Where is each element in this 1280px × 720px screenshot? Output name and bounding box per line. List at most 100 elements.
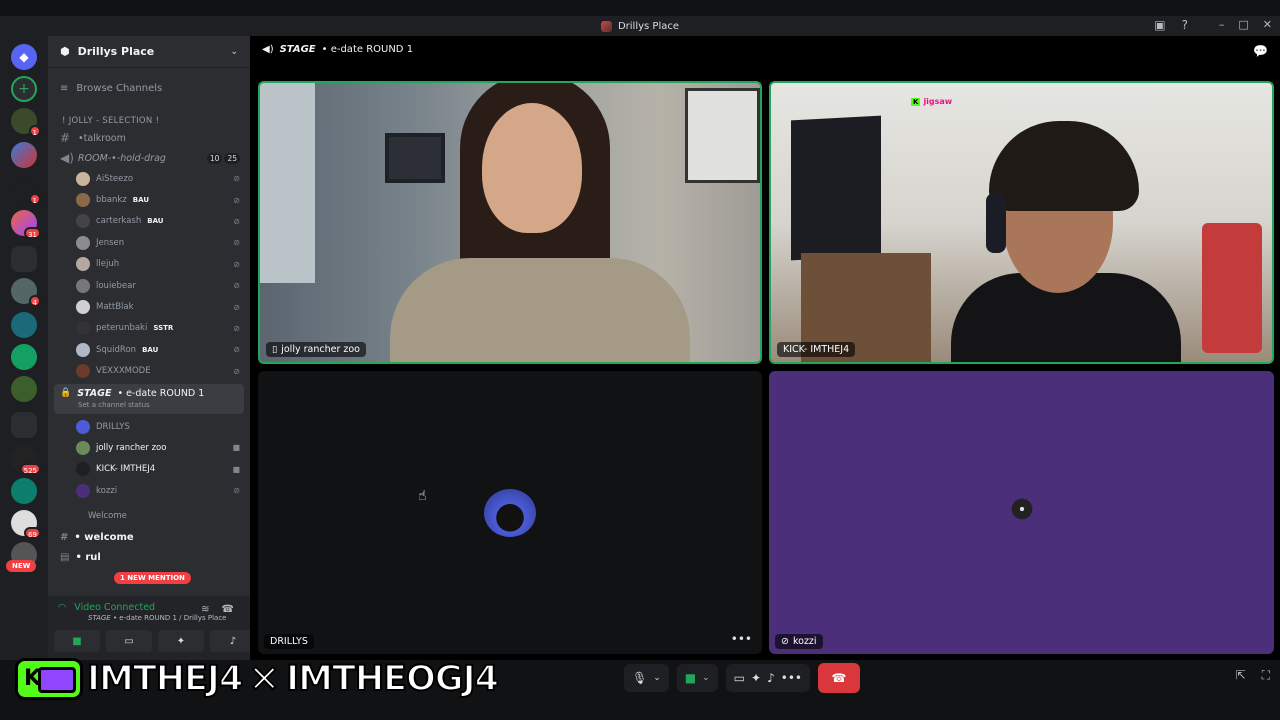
- video-tile[interactable]: K jigsaw KICK- IMTHEJ4: [769, 81, 1274, 364]
- camera-button[interactable]: ■: [54, 630, 100, 652]
- server-shield-icon: ⬢: [60, 45, 70, 58]
- server-header[interactable]: ⬢ Drillys Place ⌄: [48, 36, 250, 68]
- user-name: kozzi: [96, 485, 118, 496]
- fullscreen-icon[interactable]: ⛶: [1262, 668, 1270, 683]
- discord-home-icon[interactable]: ◆: [11, 44, 37, 70]
- video-tile[interactable]: DRILLYS •••: [258, 371, 762, 654]
- microphone-button[interactable]: 🎙 ⌄: [624, 664, 669, 692]
- stage-user[interactable]: DRILLYS: [48, 416, 250, 437]
- video-tile[interactable]: ⊘ kozzi: [769, 371, 1274, 654]
- voice-user[interactable]: louiebear ⊘: [48, 275, 250, 296]
- server-icon[interactable]: [11, 478, 37, 504]
- voice-panel: ◠ Video Connected STAGE • e-date ROUND 1…: [48, 596, 256, 660]
- voice-status: ◠ Video Connected: [58, 602, 155, 613]
- channel-welcome[interactable]: # • welcome: [48, 527, 250, 547]
- voice-user[interactable]: Jensen ⊘: [48, 232, 250, 253]
- muted-icon: ⊘: [233, 323, 240, 333]
- avatar: [76, 214, 90, 229]
- stage-channel[interactable]: 🔒 STAGE • e-date ROUND 1 Set a channel s…: [54, 383, 244, 414]
- voice-user[interactable]: MattBlak ⊘: [48, 296, 250, 317]
- user-name: jolly rancher zoo: [96, 442, 167, 453]
- server-icon[interactable]: [11, 376, 37, 402]
- disconnect-icon[interactable]: ☎: [222, 604, 234, 615]
- list-icon: ≡: [60, 82, 69, 94]
- window-title-text: Drillys Place: [617, 20, 680, 32]
- chevron-down-icon: ⌄: [230, 46, 238, 57]
- server-icon[interactable]: [11, 312, 37, 338]
- server-icon[interactable]: 1: [11, 176, 41, 205]
- disconnect-button[interactable]: ☎: [817, 663, 860, 693]
- screen-share-button[interactable]: ▭: [106, 630, 152, 652]
- add-server-icon[interactable]: +: [11, 76, 37, 102]
- server-icon[interactable]: 525: [11, 446, 41, 475]
- more-options-icon[interactable]: •••: [731, 632, 752, 646]
- phone-icon: ▯: [272, 344, 278, 355]
- noise-suppression-icon[interactable]: ≋: [201, 604, 209, 615]
- new-badge[interactable]: NEW: [6, 560, 37, 572]
- voice-buttons: ■ ▭ ✦ ♪: [54, 630, 256, 652]
- call-controls: 🎙 ⌄ ■ ⌄ ▭ ✦ ♪ ••• ☎: [624, 663, 860, 693]
- voice-user[interactable]: AiSteezo ⊘: [48, 168, 250, 189]
- voice-user[interactable]: carterkash BAU ⊘: [48, 211, 250, 232]
- video-tile[interactable]: ▯ jolly rancher zoo: [258, 81, 762, 364]
- channel-rules[interactable]: ▤ • rul: [48, 547, 250, 567]
- rules-icon: ▤: [60, 551, 70, 563]
- voice-user[interactable]: SquidRon BAU ⊘: [48, 339, 250, 360]
- new-mention-badge[interactable]: 1 NEW MENTION: [114, 572, 191, 584]
- channel-talkroom[interactable]: # •talkroom: [48, 128, 250, 148]
- chat-bubble-icon[interactable]: 💬: [1253, 44, 1268, 58]
- popout-icon[interactable]: ⇱: [1236, 668, 1246, 683]
- stage-user[interactable]: jolly rancher zoo ■: [48, 437, 250, 458]
- muted-icon: ⊘: [233, 366, 240, 376]
- server-icon[interactable]: 1: [11, 108, 41, 137]
- activity-button[interactable]: ✦: [158, 630, 204, 652]
- more-icon[interactable]: •••: [781, 671, 802, 685]
- avatar: [76, 321, 90, 336]
- inbox-icon[interactable]: ▣: [1154, 18, 1165, 32]
- server-icon[interactable]: 4: [11, 278, 41, 307]
- user-name: louiebear: [96, 280, 136, 291]
- camera-button[interactable]: ■ ⌄: [676, 664, 718, 692]
- avatar: [76, 483, 90, 498]
- stage-user[interactable]: KICK- IMTHEJ4 ■: [48, 459, 250, 480]
- screen-share-button[interactable]: ▭ ✦ ♪ •••: [725, 664, 810, 692]
- server-icon[interactable]: [11, 142, 37, 168]
- channel-name: • welcome: [74, 531, 134, 543]
- server-icon[interactable]: 31: [11, 210, 41, 239]
- activity-icon[interactable]: ✦: [751, 671, 761, 685]
- stage-icon: ◀): [262, 44, 274, 55]
- voice-user[interactable]: bbankz BAU ⊘: [48, 189, 250, 210]
- muted-icon: ⊘: [233, 302, 240, 312]
- tile-name-label: ▯ jolly rancher zoo: [266, 342, 366, 357]
- close-icon[interactable]: ✕: [1263, 18, 1272, 31]
- browse-channels[interactable]: ≡ Browse Channels: [48, 68, 250, 108]
- count-limit: 25: [224, 152, 240, 164]
- category-welcome[interactable]: Welcome: [48, 501, 250, 527]
- stage-user[interactable]: kozzi ⊘: [48, 480, 250, 501]
- voice-subtitle[interactable]: STAGE • e-date ROUND 1 / Drillys Place: [88, 614, 227, 622]
- chevron-down-icon[interactable]: ⌄: [653, 673, 661, 683]
- folder-icon[interactable]: [11, 246, 37, 272]
- user-tag: BAU: [147, 217, 164, 226]
- voice-user[interactable]: peterunbaki SSTR ⊘: [48, 318, 250, 339]
- soundboard-icon[interactable]: ♪: [767, 671, 775, 685]
- pointer-cursor-icon: ☝: [418, 488, 427, 504]
- avatar: [76, 342, 90, 357]
- user-name: peterunbaki: [96, 323, 148, 334]
- folder-icon[interactable]: [11, 412, 37, 438]
- user-name: DRILLYS: [96, 421, 130, 432]
- voice-user[interactable]: llejuh ⊘: [48, 254, 250, 275]
- server-icon[interactable]: 69: [11, 510, 41, 539]
- voice-user[interactable]: VEXXXMODE ⊘: [48, 361, 250, 382]
- maximize-icon[interactable]: □: [1238, 18, 1248, 31]
- minimize-icon[interactable]: –: [1219, 18, 1225, 31]
- chevron-down-icon[interactable]: ⌄: [702, 673, 710, 683]
- help-icon[interactable]: ?: [1182, 18, 1188, 32]
- stage-status[interactable]: Set a channel status: [60, 401, 238, 409]
- server-icon[interactable]: [11, 344, 37, 370]
- mention-badge: 525: [19, 463, 41, 475]
- stage-header-prefix: STAGE: [279, 44, 316, 55]
- voice-channel-room[interactable]: ◀) ROOM-•-hold-drag 10 25: [48, 148, 250, 168]
- category-jolly[interactable]: ! JOLLY - SELECTION !: [48, 108, 250, 128]
- tile-name: KICK- IMTHEJ4: [783, 344, 850, 355]
